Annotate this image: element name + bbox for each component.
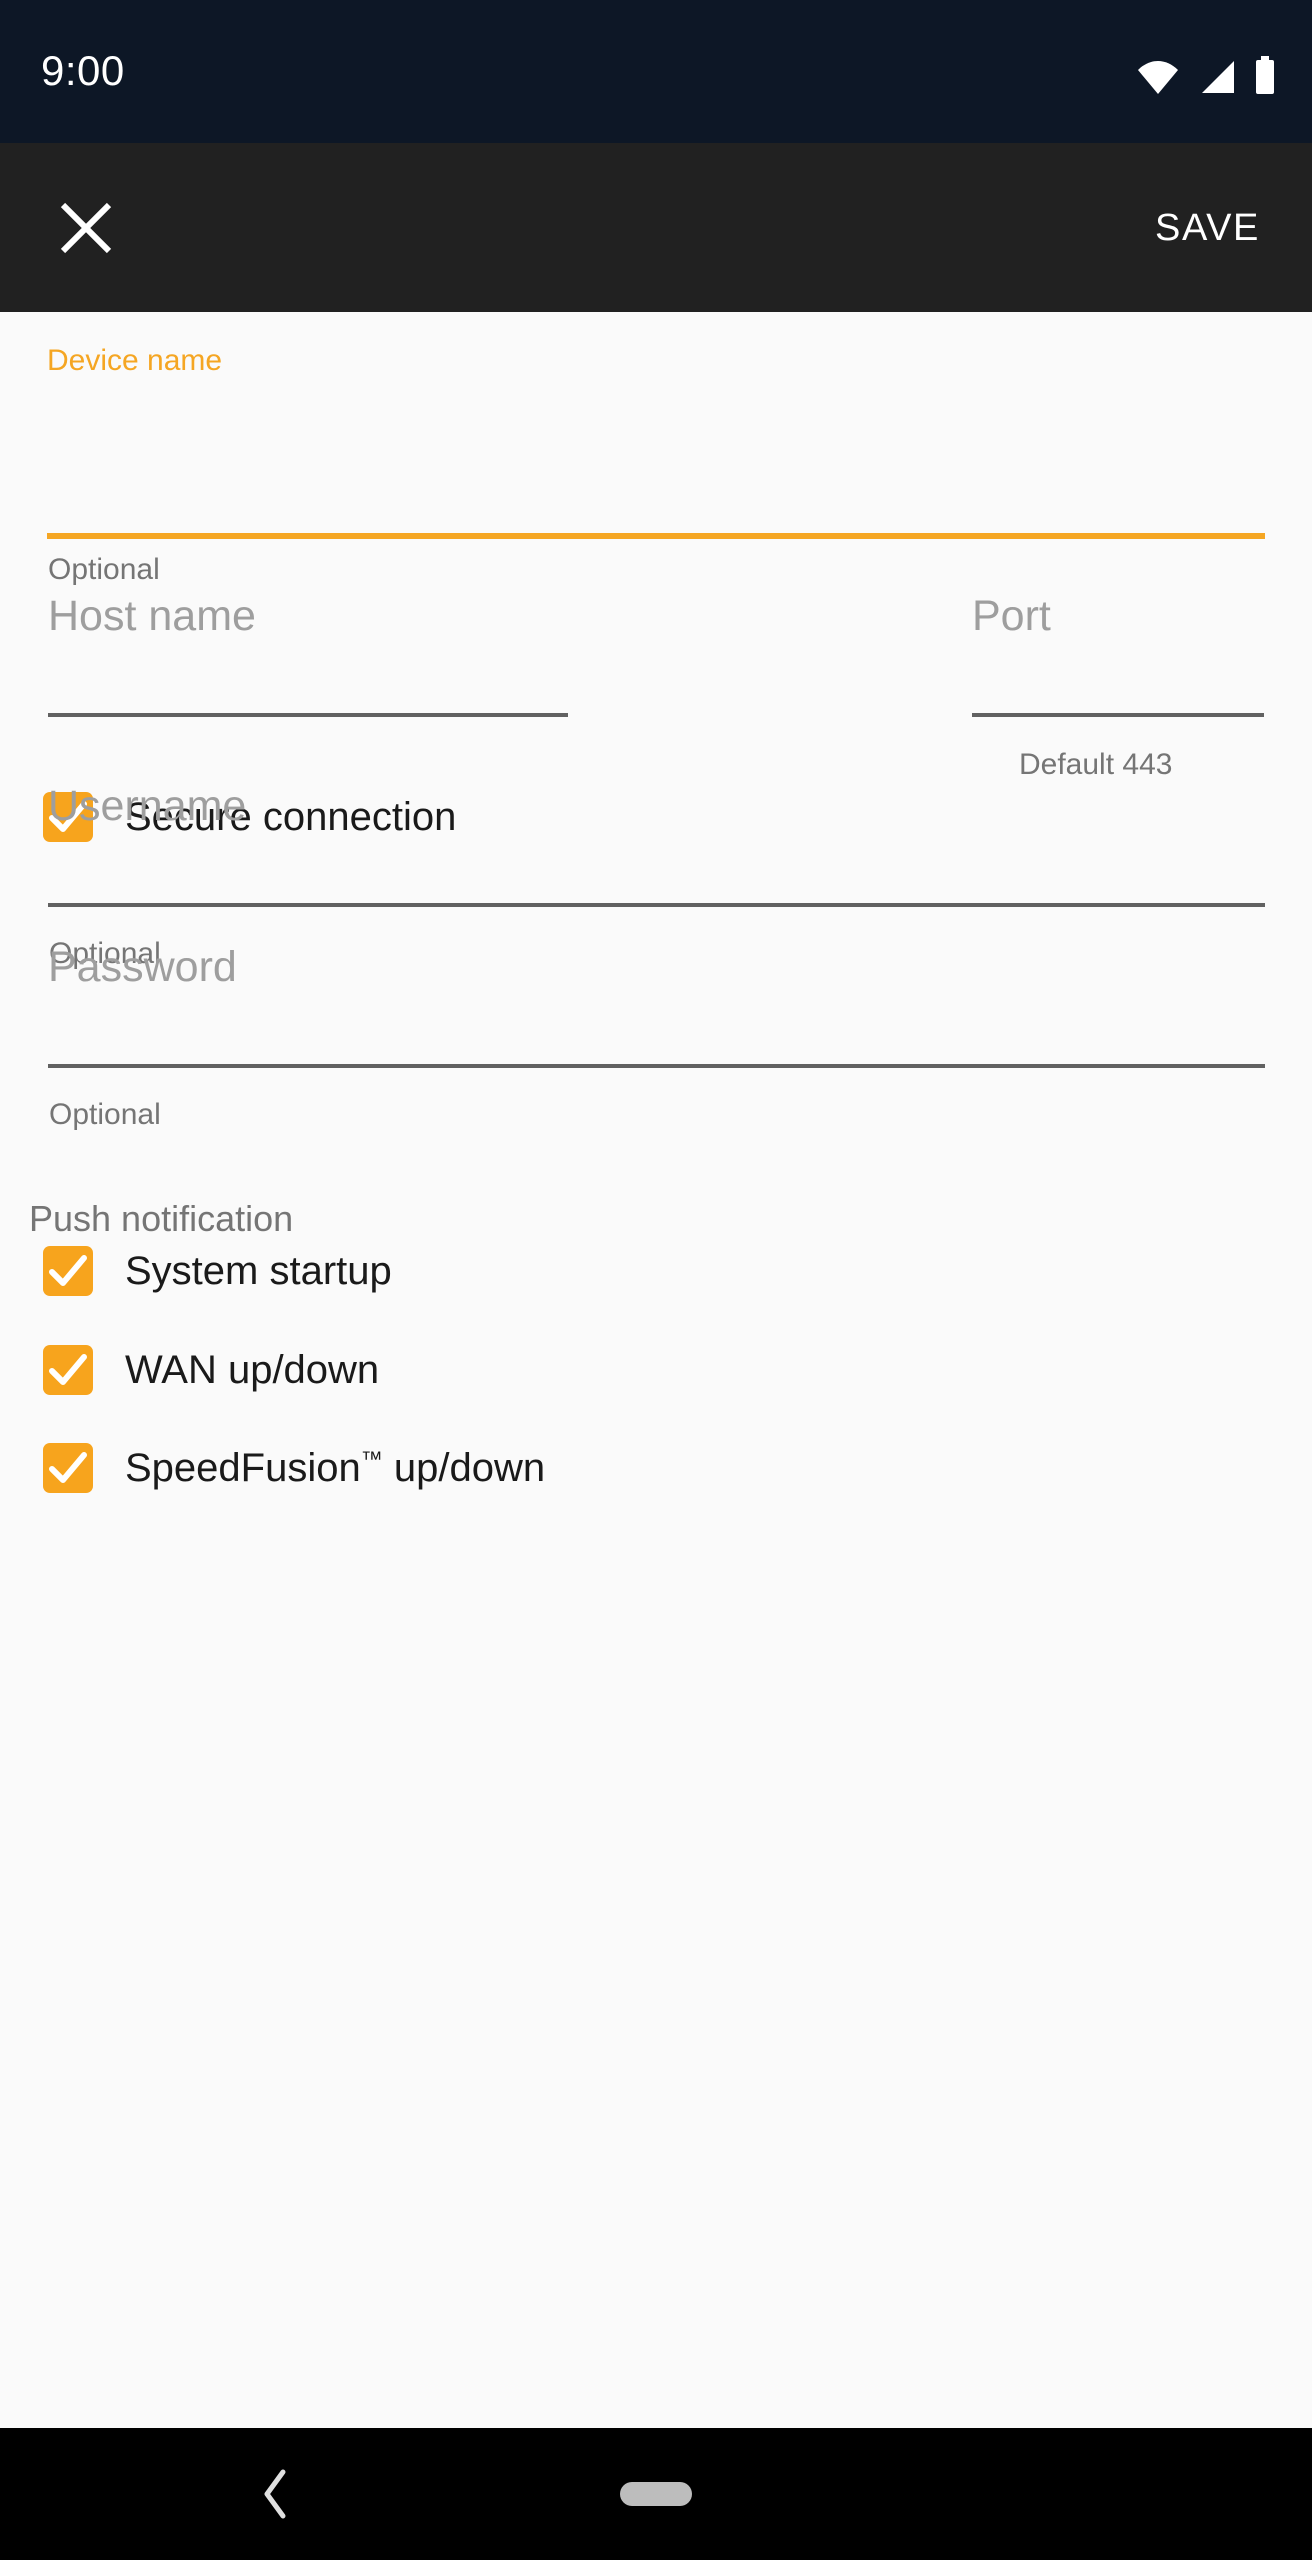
push-speedfusion-updown-label: SpeedFusion™ up/down	[125, 1446, 545, 1491]
checkbox-checked-icon[interactable]	[43, 1443, 93, 1493]
checkbox-checked-icon[interactable]	[43, 1246, 93, 1296]
push-system-startup-checkbox-row[interactable]: System startup	[43, 1246, 392, 1296]
status-bar-icons	[1136, 50, 1276, 94]
password-helper-text: Optional	[49, 1098, 161, 1131]
device-name-helper-text: Optional	[48, 553, 160, 586]
wifi-icon	[1138, 61, 1178, 94]
username-placeholder: Username	[48, 782, 247, 830]
save-button[interactable]: SAVE	[1143, 192, 1272, 264]
checkbox-checked-icon[interactable]	[43, 1345, 93, 1395]
close-button[interactable]	[46, 188, 126, 268]
push-system-startup-label: System startup	[125, 1248, 392, 1293]
push-speedfusion-updown-checkbox-row[interactable]: SpeedFusion™ up/down	[43, 1443, 545, 1493]
battery-icon	[1256, 56, 1274, 94]
back-chevron-icon	[264, 2469, 286, 2519]
close-icon	[60, 202, 112, 254]
push-speedfusion-tail: up/down	[382, 1445, 546, 1490]
password-placeholder: Password	[48, 943, 237, 991]
push-notification-section-label: Push notification	[29, 1198, 294, 1239]
status-bar: 9:00	[0, 0, 1312, 143]
port-underline	[972, 713, 1264, 717]
device-name-input[interactable]	[47, 398, 1265, 482]
port-helper-text: Default 443	[1019, 748, 1173, 781]
nav-back-button[interactable]	[246, 2464, 306, 2524]
system-navigation-bar	[0, 2428, 1312, 2560]
status-clock: 9:00	[41, 47, 125, 94]
push-wan-updown-label: WAN up/down	[125, 1347, 380, 1392]
host-name-underline	[48, 713, 568, 717]
port-placeholder: Port	[972, 592, 1051, 640]
app-toolbar	[0, 143, 1312, 312]
trademark-symbol: ™	[360, 1446, 383, 1472]
device-name-underline	[47, 533, 1265, 539]
push-speedfusion-name: SpeedFusion	[125, 1445, 361, 1490]
phone-screen: 9:00 SAVE Device name Optional Host name…	[0, 0, 1312, 2560]
nav-home-pill-icon[interactable]	[620, 2482, 692, 2506]
host-name-placeholder: Host name	[48, 592, 256, 640]
device-form: Device name Optional Host name Port Defa…	[0, 312, 1312, 2428]
device-name-label: Device name	[47, 344, 223, 377]
username-underline	[48, 903, 1265, 907]
password-underline	[48, 1064, 1265, 1068]
save-button-label: SAVE	[1155, 206, 1260, 249]
cellular-signal-icon	[1202, 61, 1234, 93]
push-wan-updown-checkbox-row[interactable]: WAN up/down	[43, 1345, 379, 1395]
